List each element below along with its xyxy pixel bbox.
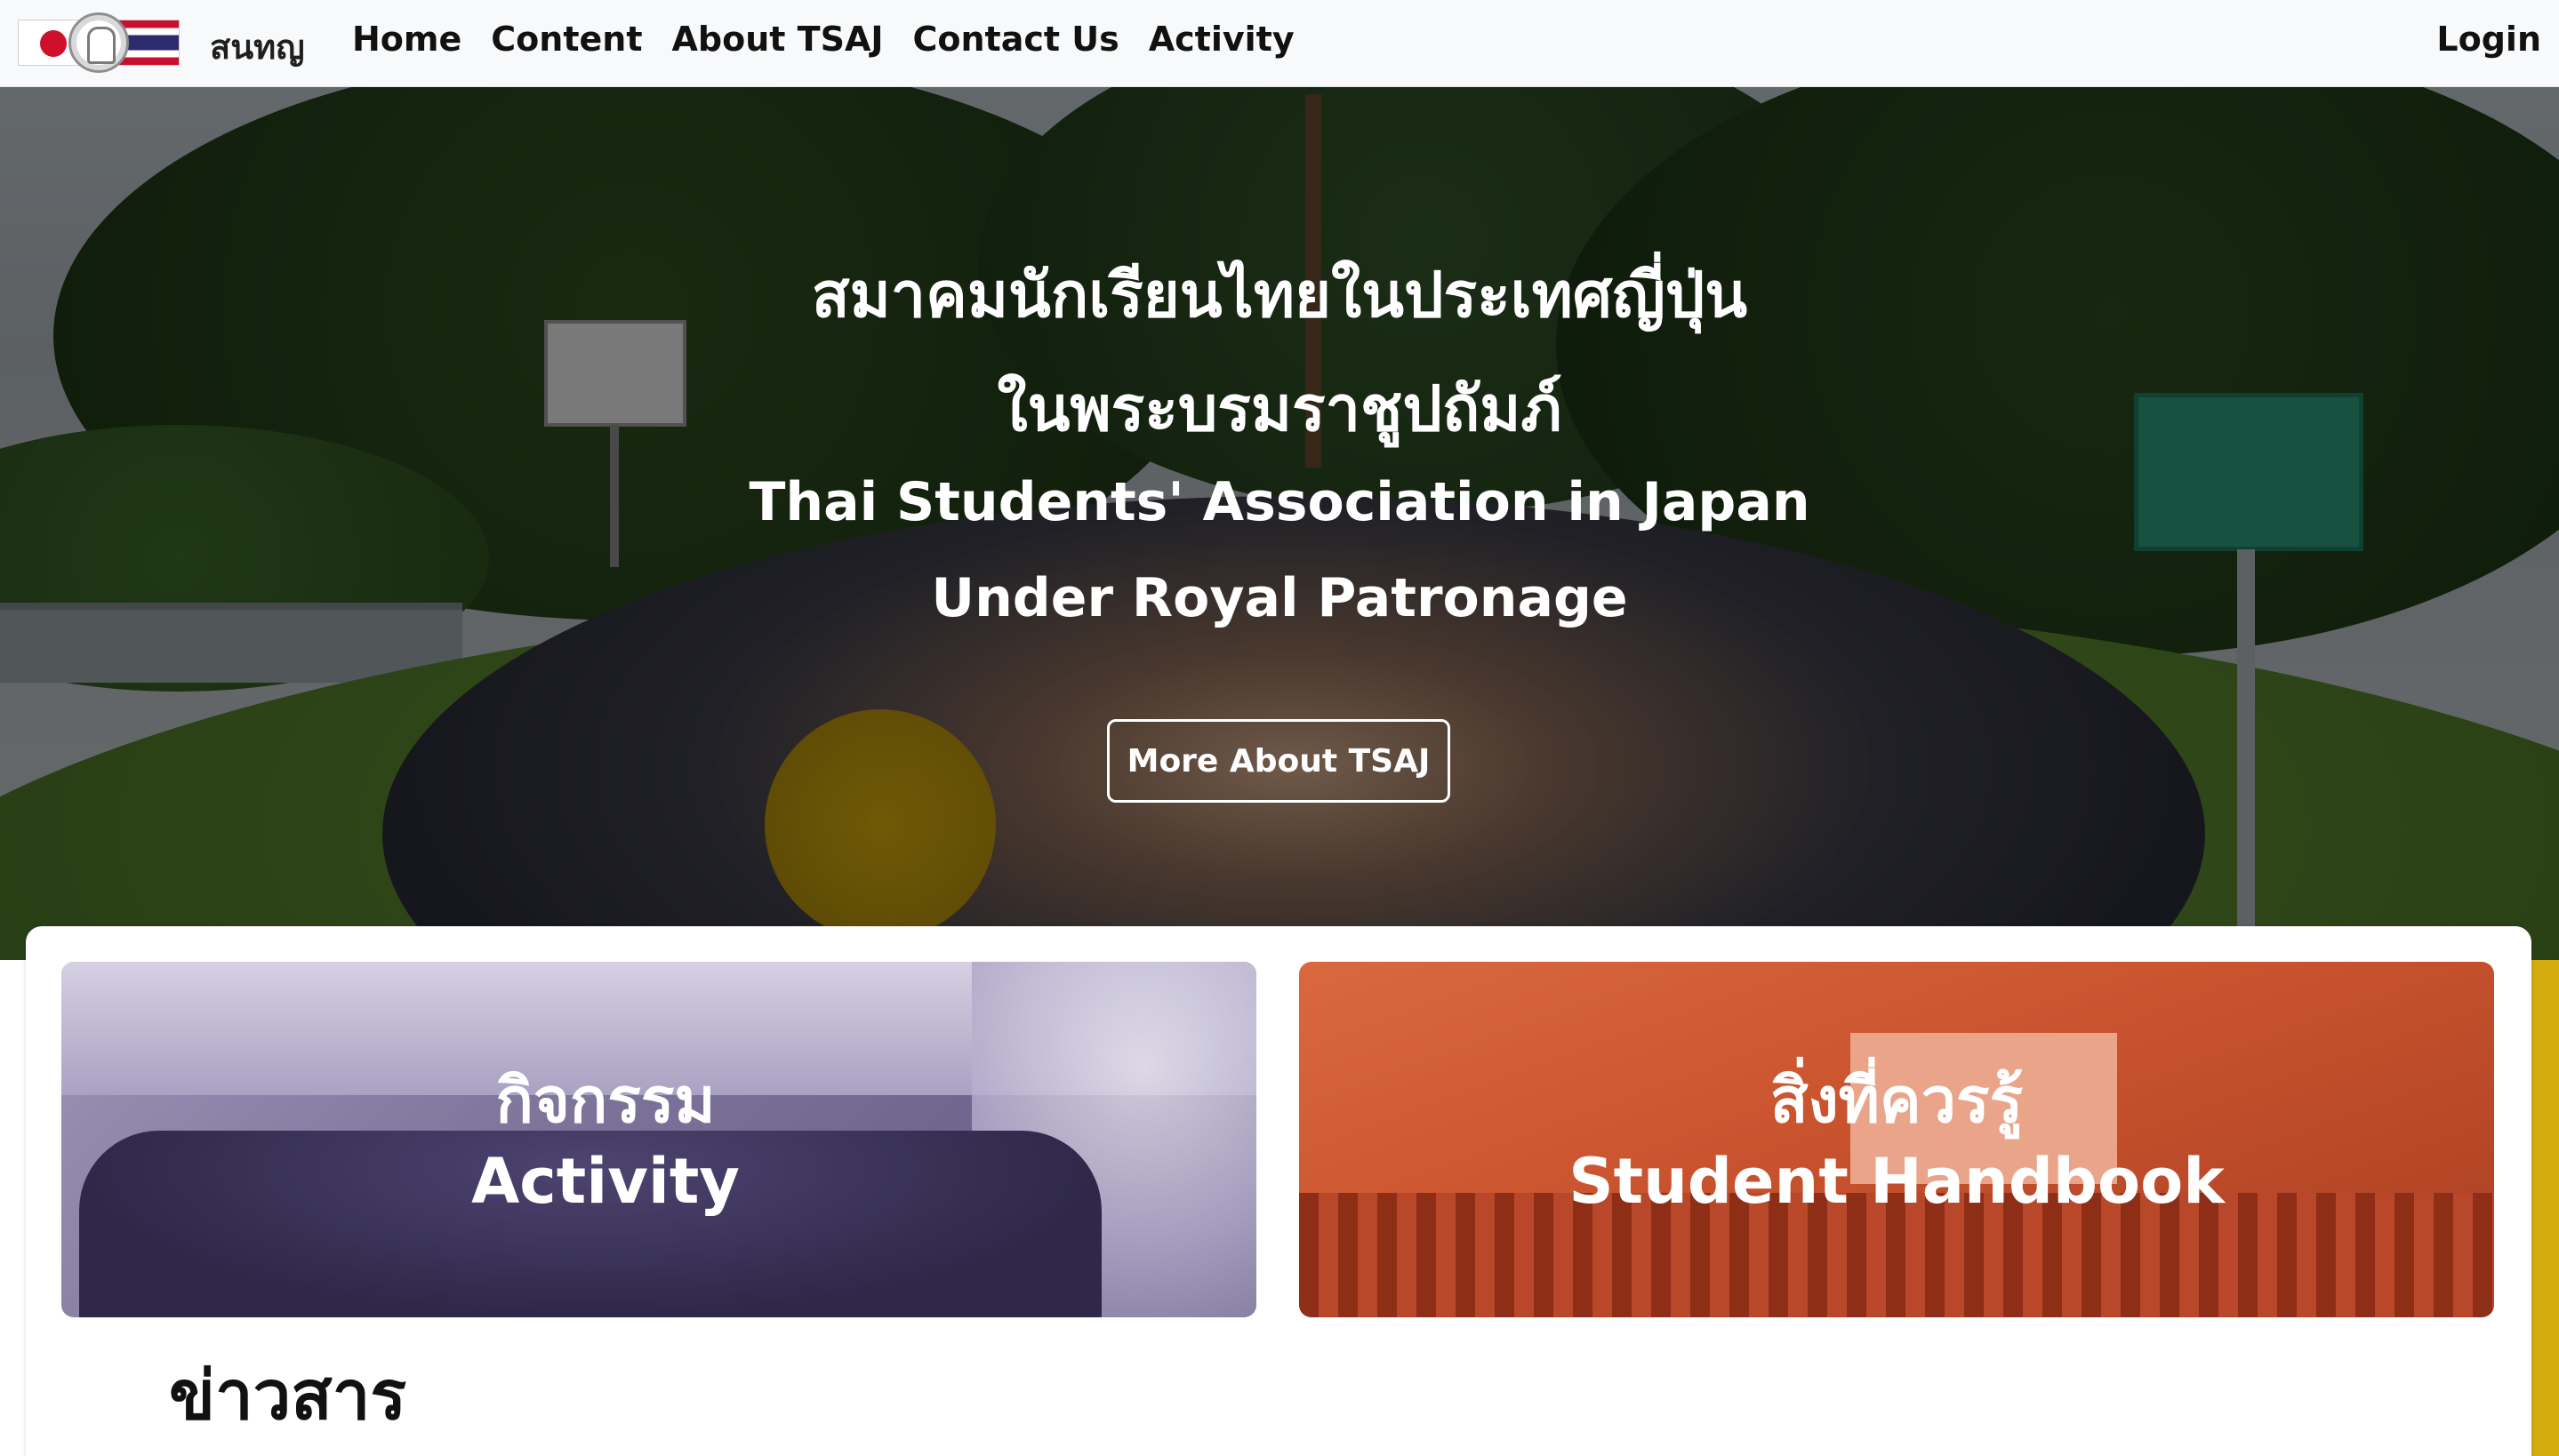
login-link[interactable]: Login — [2436, 20, 2541, 59]
nav-link-activity[interactable]: Activity — [1149, 20, 1295, 59]
hero-title-thai-2: ในพระบรมราชูปถัมภ์ — [997, 372, 1562, 445]
nav-link-home[interactable]: Home — [352, 20, 461, 59]
nav-link-content[interactable]: Content — [491, 20, 642, 59]
nav-links: Home Content About TSAJ Contact Us Activ… — [352, 20, 1295, 59]
hero-title-thai-1: สมาคมนักเรียนไทยในประเทศญี่ปุ่น — [811, 259, 1748, 332]
activity-title-thai: กิจกรรม — [495, 1064, 716, 1137]
handbook-title-thai: สิ่งที่ควรรู้ — [1769, 1064, 2024, 1137]
more-about-button[interactable]: More About TSAJ — [1107, 719, 1450, 803]
activity-tile[interactable]: กิจกรรม Activity — [61, 962, 1256, 1317]
news-heading: ข่าวสาร — [169, 1356, 407, 1435]
brand-name[interactable]: สนทญ — [210, 20, 305, 74]
nav-link-about[interactable]: About TSAJ — [671, 20, 883, 59]
handbook-title-english: Student Handbook — [1568, 1145, 2225, 1218]
association-seal-icon — [68, 12, 129, 73]
hero-title-english-1: Thai Students' Association in Japan — [749, 471, 1810, 533]
nav-link-contact[interactable]: Contact Us — [913, 20, 1119, 59]
hero-title-english-2: Under Royal Patronage — [931, 567, 1628, 629]
gold-side-accent — [2531, 960, 2559, 1456]
tsaj-logo[interactable] — [18, 12, 180, 73]
activity-title-english: Activity — [471, 1145, 740, 1218]
top-navbar: สนทญ Home Content About TSAJ Contact Us … — [0, 0, 2559, 87]
hero-banner: สมาคมนักเรียนไทยในประเทศญี่ปุ่น ในพระบรม… — [0, 87, 2559, 960]
student-handbook-tile[interactable]: สิ่งที่ควรรู้ Student Handbook — [1299, 962, 2494, 1317]
